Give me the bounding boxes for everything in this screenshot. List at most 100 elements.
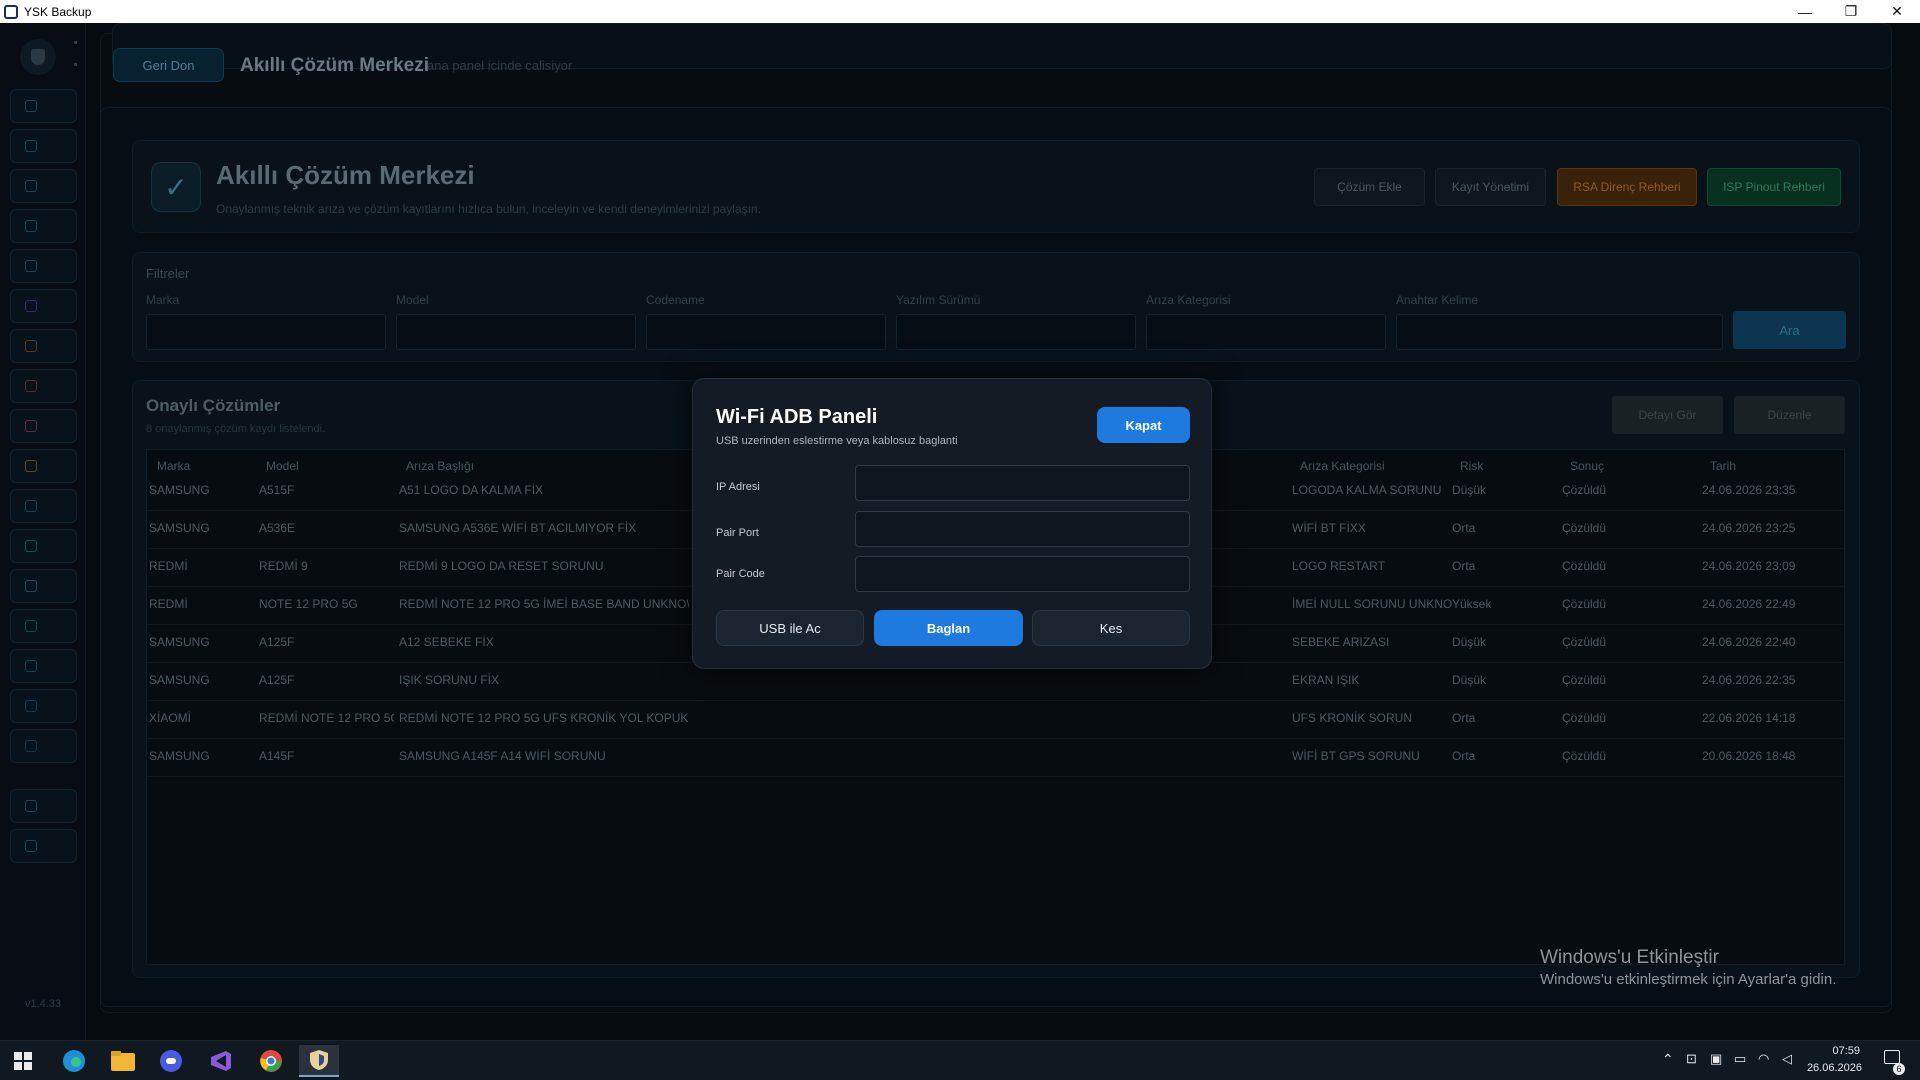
cell-brand: SAMSUNG	[149, 635, 210, 649]
tray-network-drive-icon[interactable]: ⊡	[1686, 1051, 1697, 1067]
cell-risk: Düşük	[1452, 635, 1487, 649]
file-explorer-icon[interactable]	[103, 1045, 143, 1077]
pair-port-input[interactable]	[855, 511, 1190, 547]
tray-wifi-icon[interactable]: ◠	[1758, 1051, 1769, 1067]
edit-button[interactable]: Düzenle	[1734, 396, 1845, 434]
sidebar-item-info-circle[interactable]	[10, 829, 77, 863]
column-header-result[interactable]: Sonuç	[1570, 459, 1604, 473]
cell-result: Çözüldü	[1562, 521, 1607, 535]
pair-code-input[interactable]	[855, 556, 1190, 592]
column-header-model[interactable]: Model	[266, 459, 299, 473]
keyword-input[interactable]	[1396, 314, 1723, 350]
sidebar-item-signal[interactable]	[10, 609, 77, 643]
cell-issue: SAMSUNG A536E WİFİ BT ACILMIYOR FİX	[399, 521, 637, 535]
isp-pinout-guide-button[interactable]: ISP Pinout Rehberi	[1707, 168, 1841, 206]
box-icon	[25, 700, 37, 712]
tray-battery-icon[interactable]: ▭	[1734, 1051, 1746, 1067]
sidebar-item-download[interactable]	[10, 529, 77, 563]
cell-issue: A51 LOGO DA KALMA FİX	[399, 483, 544, 497]
tray-volume-icon[interactable]: ◁	[1782, 1051, 1792, 1067]
sidebar-item-phone[interactable]	[10, 649, 77, 683]
close-modal-button[interactable]: Kapat	[1097, 407, 1190, 443]
chip-icon	[25, 460, 37, 472]
sidebar-logo[interactable]	[20, 39, 56, 75]
visual-studio-icon[interactable]	[201, 1045, 241, 1077]
record-management-button[interactable]: Kayıt Yönetimi	[1435, 168, 1546, 206]
column-header-date[interactable]: Tarih	[1710, 459, 1736, 473]
sidebar-item-home[interactable]	[10, 89, 77, 123]
cell-date: 24.06.2026 23:09	[1702, 559, 1796, 573]
tray-display-icon[interactable]: ▣	[1710, 1051, 1722, 1067]
ysk-backup-icon[interactable]	[299, 1045, 339, 1077]
notification-count-badge: 6	[1893, 1063, 1905, 1075]
cell-brand: REDMİ	[149, 559, 188, 573]
usb-open-button[interactable]: USB ile Ac	[716, 610, 864, 646]
cloud-icon	[25, 260, 37, 272]
sidebar-item-search[interactable]	[10, 129, 77, 163]
ip-address-input[interactable]	[855, 465, 1190, 501]
view-detail-button[interactable]: Detayı Gör	[1612, 396, 1723, 434]
cell-issue: A12 SEBEKE FİX	[399, 635, 494, 649]
cell-category: WİFİ BT FİXX	[1292, 521, 1366, 535]
clock-date[interactable]: 26.06.2026	[1800, 1062, 1862, 1074]
column-header-brand[interactable]: Marka	[157, 459, 190, 473]
sidebar-item-cloud[interactable]	[10, 249, 77, 283]
sidebar-item-chart[interactable]	[10, 569, 77, 603]
windows-start-icon[interactable]	[3, 1045, 43, 1077]
sidebar-item-document[interactable]	[10, 209, 77, 243]
sidebar-item-image[interactable]	[10, 409, 77, 443]
device-icon	[25, 300, 37, 312]
back-button[interactable]: Geri Don	[113, 48, 224, 82]
cell-result: Çözüldü	[1562, 673, 1607, 687]
app-chat-icon[interactable]	[151, 1045, 191, 1077]
restore-button[interactable]: ❐	[1828, 0, 1874, 23]
add-solution-button[interactable]: Çözüm Ekle	[1314, 168, 1425, 206]
search-button[interactable]: Ara	[1733, 311, 1846, 349]
minimize-button[interactable]: —	[1782, 0, 1828, 23]
check-icon: ✓	[151, 162, 201, 212]
sidebar-item-camera[interactable]	[10, 729, 77, 763]
column-header-risk[interactable]: Risk	[1460, 459, 1483, 473]
brand-input[interactable]	[146, 314, 386, 350]
model-input[interactable]	[396, 314, 636, 350]
cell-risk: Orta	[1452, 711, 1476, 725]
tray-chevron-icon[interactable]: ⌃	[1662, 1051, 1674, 1068]
codename-input[interactable]	[646, 314, 886, 350]
filters-title: Filtreler	[146, 266, 190, 281]
camera-icon	[25, 740, 37, 752]
software-version-input[interactable]	[896, 314, 1136, 350]
sidebar-item-box[interactable]	[10, 689, 77, 723]
sidebar-grip-dot	[74, 41, 77, 44]
disconnect-button[interactable]: Kes	[1032, 610, 1190, 646]
taskbar: ⌃ ⊡ ▣ ▭ ◠ ◁ 07:59 26.06.2026 6	[0, 1040, 1920, 1080]
close-window-button[interactable]: ✕	[1874, 0, 1920, 23]
window-title: YSK Backup	[24, 4, 92, 19]
modal-title: Wi-Fi ADB Paneli	[716, 406, 878, 428]
cell-model: A515F	[259, 483, 295, 497]
phone-icon	[25, 660, 37, 672]
chrome-icon[interactable]	[251, 1045, 291, 1077]
shield-icon	[25, 500, 37, 512]
connect-button[interactable]: Baglan	[874, 610, 1023, 646]
cell-model: A145F	[259, 749, 295, 763]
sidebar-item-info[interactable]	[10, 169, 77, 203]
row-divider	[147, 776, 1844, 777]
sidebar-item-gear[interactable]	[10, 789, 77, 823]
edge-icon[interactable]	[54, 1045, 94, 1077]
clock-time[interactable]: 07:59	[1808, 1045, 1860, 1057]
hero-subtitle: Onaylanmış teknik arıza ve çözüm kayıtla…	[216, 202, 761, 216]
rsa-guide-button[interactable]: RSA Direnç Rehberi	[1557, 168, 1697, 206]
cell-brand: XİAOMİ	[149, 711, 192, 725]
topbar-subtitle: ana panel icinde calisiyor	[427, 58, 573, 73]
sidebar-item-history[interactable]	[10, 369, 77, 403]
sidebar-item-device[interactable]	[10, 289, 77, 323]
category-input[interactable]	[1146, 314, 1386, 350]
download-icon	[25, 540, 37, 552]
column-header-category[interactable]: Arıza Kategorisi	[1300, 459, 1385, 473]
cell-category: İMEİ NULL SORUNU UNKNOWN	[1292, 597, 1452, 611]
sidebar-item-shield[interactable]	[10, 489, 77, 523]
column-header-issue[interactable]: Arıza Başlığı	[406, 459, 474, 473]
activation-watermark-title: Windows'u Etkinleştir	[1540, 947, 1719, 968]
sidebar-item-chip[interactable]	[10, 449, 77, 483]
sidebar-item-user[interactable]	[10, 329, 77, 363]
